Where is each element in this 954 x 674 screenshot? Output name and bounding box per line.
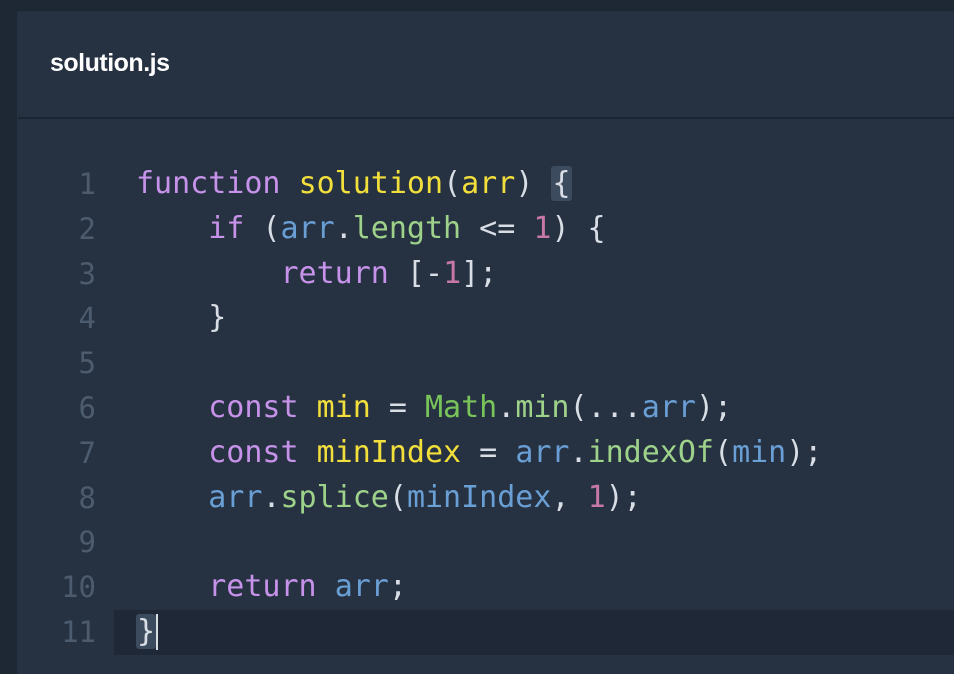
- code-token: );: [605, 479, 642, 515]
- line-number: 1: [78, 167, 96, 201]
- left-border: [0, 0, 17, 674]
- code-token: .: [334, 210, 353, 246]
- code-token: ;: [388, 569, 407, 605]
- text-cursor: [156, 614, 159, 651]
- code-token: arr: [641, 389, 696, 425]
- code-line[interactable]: 7 const minIndex = arr.indexOf(min);: [18, 431, 954, 476]
- code-token: .: [497, 389, 516, 425]
- line-number: 5: [78, 346, 96, 381]
- code-line[interactable]: 4 }: [18, 296, 954, 341]
- code-line[interactable]: 10 return arr;: [18, 565, 954, 610]
- code-token: indexOf: [587, 434, 714, 470]
- code-line[interactable]: 3 return [-1];: [18, 252, 954, 297]
- code-line[interactable]: 5: [18, 341, 954, 386]
- code-token: min: [732, 434, 787, 470]
- matched-bracket: {: [551, 166, 572, 201]
- line-content[interactable]: return arr;: [136, 565, 407, 610]
- code-token: arr: [334, 569, 389, 605]
- code-token: (: [443, 166, 462, 201]
- code-token: <=: [461, 210, 534, 246]
- line-number: 7: [78, 435, 96, 470]
- code-token: arr: [515, 434, 570, 470]
- code-token: arr: [280, 210, 335, 246]
- code-token: ];: [461, 255, 498, 291]
- code-token: 1: [533, 210, 552, 246]
- code-token: 1: [587, 479, 606, 515]
- code-token: arr: [208, 479, 263, 515]
- line-content[interactable]: if (arr.length <= 1) {: [136, 207, 606, 252]
- top-border: [17, 0, 954, 10]
- line-content[interactable]: return [-1];: [136, 252, 498, 297]
- code-token: minIndex: [406, 479, 552, 515]
- code-token: minIndex: [316, 434, 462, 470]
- line-content[interactable]: }: [136, 610, 159, 655]
- code-token: ): [515, 166, 552, 201]
- code-token: Math: [425, 389, 498, 425]
- code-token: solution: [298, 166, 444, 201]
- code-line[interactable]: 1 function solution(arr) {: [18, 162, 954, 207]
- line-number: 2: [78, 211, 96, 246]
- line-number: 3: [78, 256, 96, 291]
- line-number: 9: [78, 525, 96, 560]
- line-content[interactable]: const min = Math.min(...arr);: [136, 386, 732, 431]
- line-content[interactable]: const minIndex = arr.indexOf(min);: [136, 431, 822, 476]
- line-number: 11: [61, 614, 96, 649]
- code-token: }: [136, 300, 227, 336]
- code-token: ) {: [551, 210, 606, 246]
- code-line[interactable]: 8 arr.splice(minIndex, 1);: [18, 476, 954, 521]
- file-name-tab[interactable]: solution.js: [50, 48, 170, 78]
- code-line[interactable]: 9: [18, 520, 954, 565]
- code-area[interactable]: 1 function solution(arr) {2 if (arr.lengt…: [18, 162, 954, 655]
- line-content[interactable]: arr.splice(minIndex, 1);: [136, 476, 642, 521]
- code-token: [-: [388, 255, 444, 291]
- code-line[interactable]: 6 const min = Math.min(...arr);: [18, 386, 954, 431]
- code-token: .: [262, 479, 281, 515]
- code-token: );: [695, 389, 733, 425]
- code-line[interactable]: 2 if (arr.length <= 1) {: [18, 207, 954, 252]
- code-token: (: [388, 479, 407, 515]
- code-token: length: [352, 210, 462, 246]
- code-token: (: [714, 434, 733, 470]
- code-token: =: [461, 434, 516, 470]
- code-token: );: [786, 434, 823, 470]
- code-token: .: [569, 434, 588, 470]
- line-number: 6: [78, 390, 96, 425]
- line-number: 10: [61, 570, 96, 605]
- line-number: 4: [78, 301, 96, 336]
- code-token: min: [515, 389, 570, 425]
- code-token: if: [208, 210, 245, 246]
- code-token: const: [208, 434, 299, 470]
- line-number: 8: [78, 480, 96, 515]
- file-header: solution.js: [18, 11, 954, 117]
- code-token: (...: [569, 389, 642, 425]
- code-token: return: [208, 569, 317, 605]
- code-token: function: [136, 166, 281, 201]
- code-token: min: [316, 389, 371, 425]
- code-line[interactable]: 11}: [61, 609, 954, 655]
- code-token: =: [370, 389, 425, 425]
- code-token: 1: [443, 255, 462, 291]
- code-editor[interactable]: 1 function solution(arr) {2 if (arr.lengt…: [18, 119, 954, 674]
- code-token: const: [208, 389, 299, 425]
- code-token: return: [280, 255, 389, 291]
- code-token: arr: [461, 166, 516, 201]
- line-content[interactable]: }: [136, 296, 226, 341]
- matched-bracket: }: [136, 613, 157, 649]
- code-token: splice: [280, 479, 389, 515]
- code-token: (: [244, 210, 281, 246]
- code-token: ,: [551, 479, 588, 515]
- line-content[interactable]: function solution(arr) {: [136, 162, 572, 207]
